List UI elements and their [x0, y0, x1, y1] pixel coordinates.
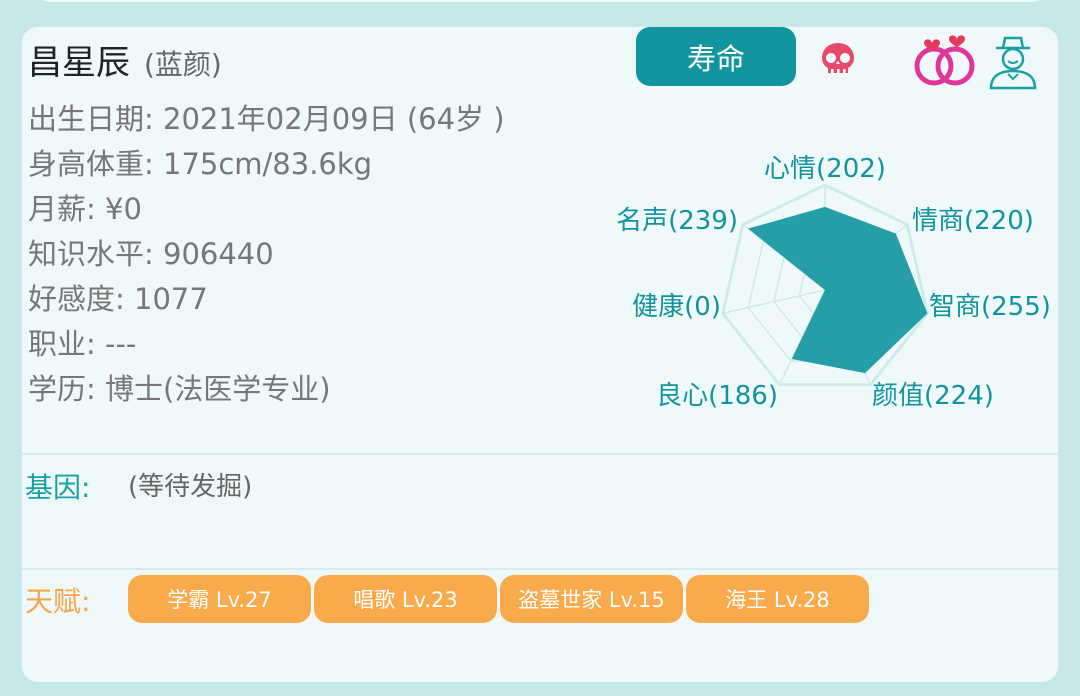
radar-label-iq: 智商(255): [929, 292, 1051, 322]
radar-label-looks: 颜值(224): [872, 381, 994, 411]
radar-label-health: 健康(0): [632, 292, 721, 322]
occupation: 职业: ---: [28, 327, 137, 361]
lifespan-button[interactable]: 寿命: [636, 27, 796, 86]
radar-label-fame: 名声(239): [616, 206, 738, 236]
radar-label-mood: 心情(202): [764, 154, 886, 184]
height-weight: 身高体重: 175cm/83.6kg: [28, 147, 373, 181]
rings-icon[interactable]: [910, 28, 980, 88]
radar-label-eq: 情商(220): [912, 206, 1034, 236]
birth-date: 出生日期: 2021年02月09日 (64岁 ): [28, 102, 505, 136]
attribute-radar-chart: 心情(202) 情商(220) 智商(255) 颜值(224) 良心(186) …: [616, 154, 1051, 411]
talent-badge[interactable]: 学霸 Lv.27: [128, 575, 311, 623]
talent-badge[interactable]: 唱歌 Lv.23: [314, 575, 497, 623]
knowledge-level: 知识水平: 906440: [28, 237, 274, 271]
talent-badge[interactable]: 海王 Lv.28: [686, 575, 869, 623]
gene-label: 基因:: [25, 471, 91, 504]
section-divider: [22, 453, 1058, 455]
talent-badge[interactable]: 盗墓世家 Lv.15: [500, 575, 683, 623]
affection-level: 好感度: 1077: [28, 282, 208, 316]
name-text: 昌星辰: [28, 43, 130, 83]
relationship-tag: (蓝颜): [144, 48, 222, 81]
monthly-salary: 月薪: ¥0: [28, 192, 142, 226]
previous-card-edge: [36, 0, 1046, 2]
education: 学历: 博士(法医学专业): [28, 372, 331, 406]
gene-value: (等待发掘): [128, 472, 253, 502]
butler-icon[interactable]: [986, 32, 1040, 92]
skull-icon[interactable]: [818, 40, 858, 80]
character-name: 昌星辰 (蓝颜): [28, 35, 222, 84]
radar-label-conscience: 良心(186): [656, 381, 778, 411]
section-divider: [22, 568, 1058, 570]
talent-label: 天赋:: [25, 585, 91, 618]
